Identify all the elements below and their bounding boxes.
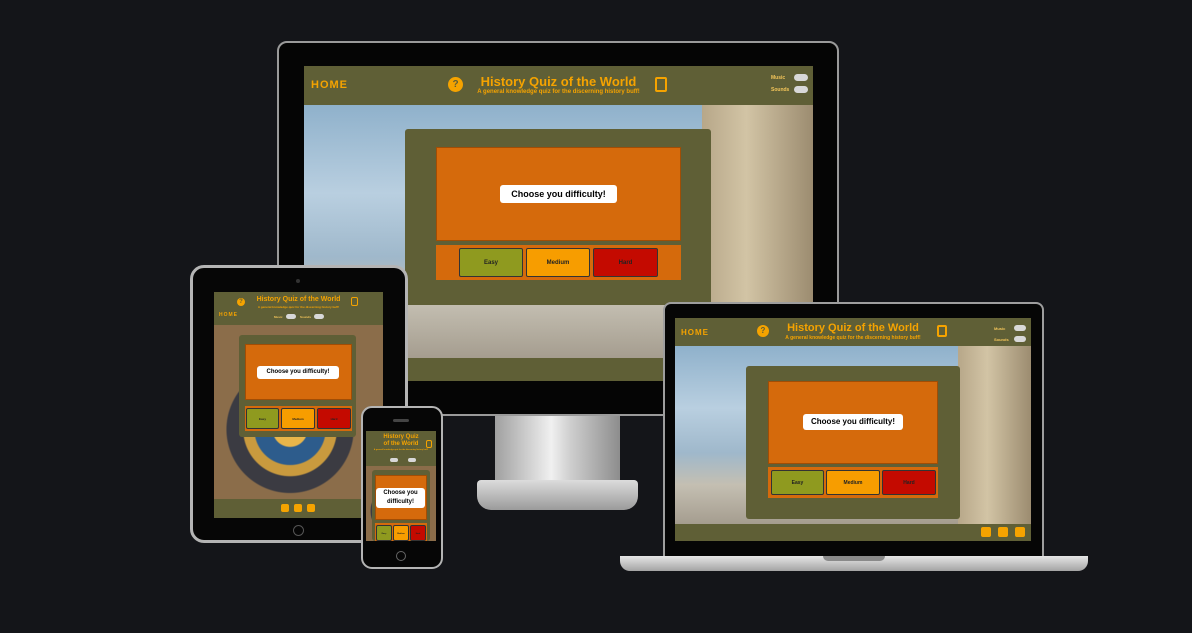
- music-toggle[interactable]: [390, 458, 398, 462]
- difficulty-prompt-line1: Choose you: [383, 490, 418, 496]
- facebook-icon[interactable]: [281, 504, 289, 512]
- phone-screen: History Quiz of the World A general know…: [366, 431, 436, 541]
- difficulty-prompt-line2: difficulty!: [387, 499, 414, 505]
- twitter-icon[interactable]: [307, 504, 315, 512]
- sounds-label: Sounds: [771, 87, 790, 93]
- book-icon[interactable]: [655, 77, 667, 92]
- twitter-icon[interactable]: [1015, 527, 1025, 537]
- site-title: History Quiz of the World: [787, 322, 919, 334]
- instagram-icon[interactable]: [998, 527, 1008, 537]
- medium-button[interactable]: Medium: [281, 408, 315, 429]
- instagram-icon[interactable]: [294, 504, 302, 512]
- medium-button[interactable]: Medium: [826, 470, 880, 495]
- laptop-screen: HOME ? History Quiz of the World A gener…: [675, 318, 1031, 541]
- desktop-stand-neck: [495, 416, 620, 484]
- phone-home-button[interactable]: [396, 551, 406, 561]
- sounds-toggle[interactable]: [314, 314, 324, 319]
- hard-button[interactable]: Hard: [410, 525, 426, 541]
- difficulty-prompt: Choose you difficulty!: [376, 488, 425, 508]
- music-toggle[interactable]: [286, 314, 296, 319]
- site-title-line1: History Quiz: [383, 434, 419, 440]
- sounds-toggle[interactable]: [1014, 336, 1026, 342]
- sounds-toggle[interactable]: [794, 86, 808, 93]
- site-subtitle: A general knowledge quiz for the discern…: [257, 305, 340, 309]
- site-header: ? History Quiz of the World A general kn…: [214, 292, 383, 325]
- site-subtitle: A general knowledge quiz for the discern…: [477, 89, 640, 95]
- site-header: HOME ? History Quiz of the World A gener…: [304, 66, 813, 105]
- laptop-notch: [823, 556, 885, 561]
- music-label: Music: [771, 75, 786, 81]
- medium-button[interactable]: Medium: [526, 248, 590, 277]
- difficulty-prompt: Choose you difficulty!: [257, 366, 339, 379]
- site-footer: [214, 499, 383, 518]
- phone-speaker: [393, 419, 409, 422]
- home-link[interactable]: HOME: [219, 312, 238, 318]
- facebook-icon[interactable]: [981, 527, 991, 537]
- sounds-toggle[interactable]: [408, 458, 416, 462]
- background-ruin: [958, 346, 1031, 524]
- hard-button[interactable]: Hard: [317, 408, 351, 429]
- site-subtitle: A general knowledge quiz for the discern…: [785, 335, 921, 341]
- easy-button[interactable]: Easy: [771, 470, 824, 495]
- music-label: Music: [274, 315, 283, 319]
- easy-button[interactable]: Easy: [459, 248, 523, 277]
- music-toggle[interactable]: [1014, 325, 1026, 331]
- tablet-home-button[interactable]: [293, 525, 304, 536]
- site-footer: [675, 524, 1031, 541]
- medium-button[interactable]: Medium: [393, 525, 409, 541]
- site-header: History Quiz of the World A general know…: [366, 431, 436, 466]
- difficulty-prompt: Choose you difficulty!: [500, 185, 617, 203]
- tablet-camera: [296, 279, 300, 283]
- hard-button[interactable]: Hard: [593, 248, 658, 277]
- easy-button[interactable]: Easy: [376, 525, 392, 541]
- book-icon[interactable]: [351, 297, 358, 306]
- site-header: HOME ? History Quiz of the World A gener…: [675, 318, 1031, 346]
- music-toggle[interactable]: [794, 74, 808, 81]
- book-icon[interactable]: [937, 325, 947, 337]
- tablet-screen: ? History Quiz of the World A general kn…: [214, 292, 383, 518]
- site-title: History Quiz of the World: [480, 74, 637, 89]
- sounds-label: Sounds: [300, 315, 311, 319]
- difficulty-prompt: Choose you difficulty!: [803, 414, 903, 430]
- easy-button[interactable]: Easy: [246, 408, 279, 429]
- hard-button[interactable]: Hard: [882, 470, 936, 495]
- sounds-label: Sounds: [994, 337, 1009, 342]
- site-subtitle: A general knowledge quiz for the discern…: [373, 449, 429, 451]
- music-label: Music: [994, 326, 1006, 331]
- book-icon[interactable]: [426, 440, 432, 448]
- desktop-stand-base: [477, 480, 638, 510]
